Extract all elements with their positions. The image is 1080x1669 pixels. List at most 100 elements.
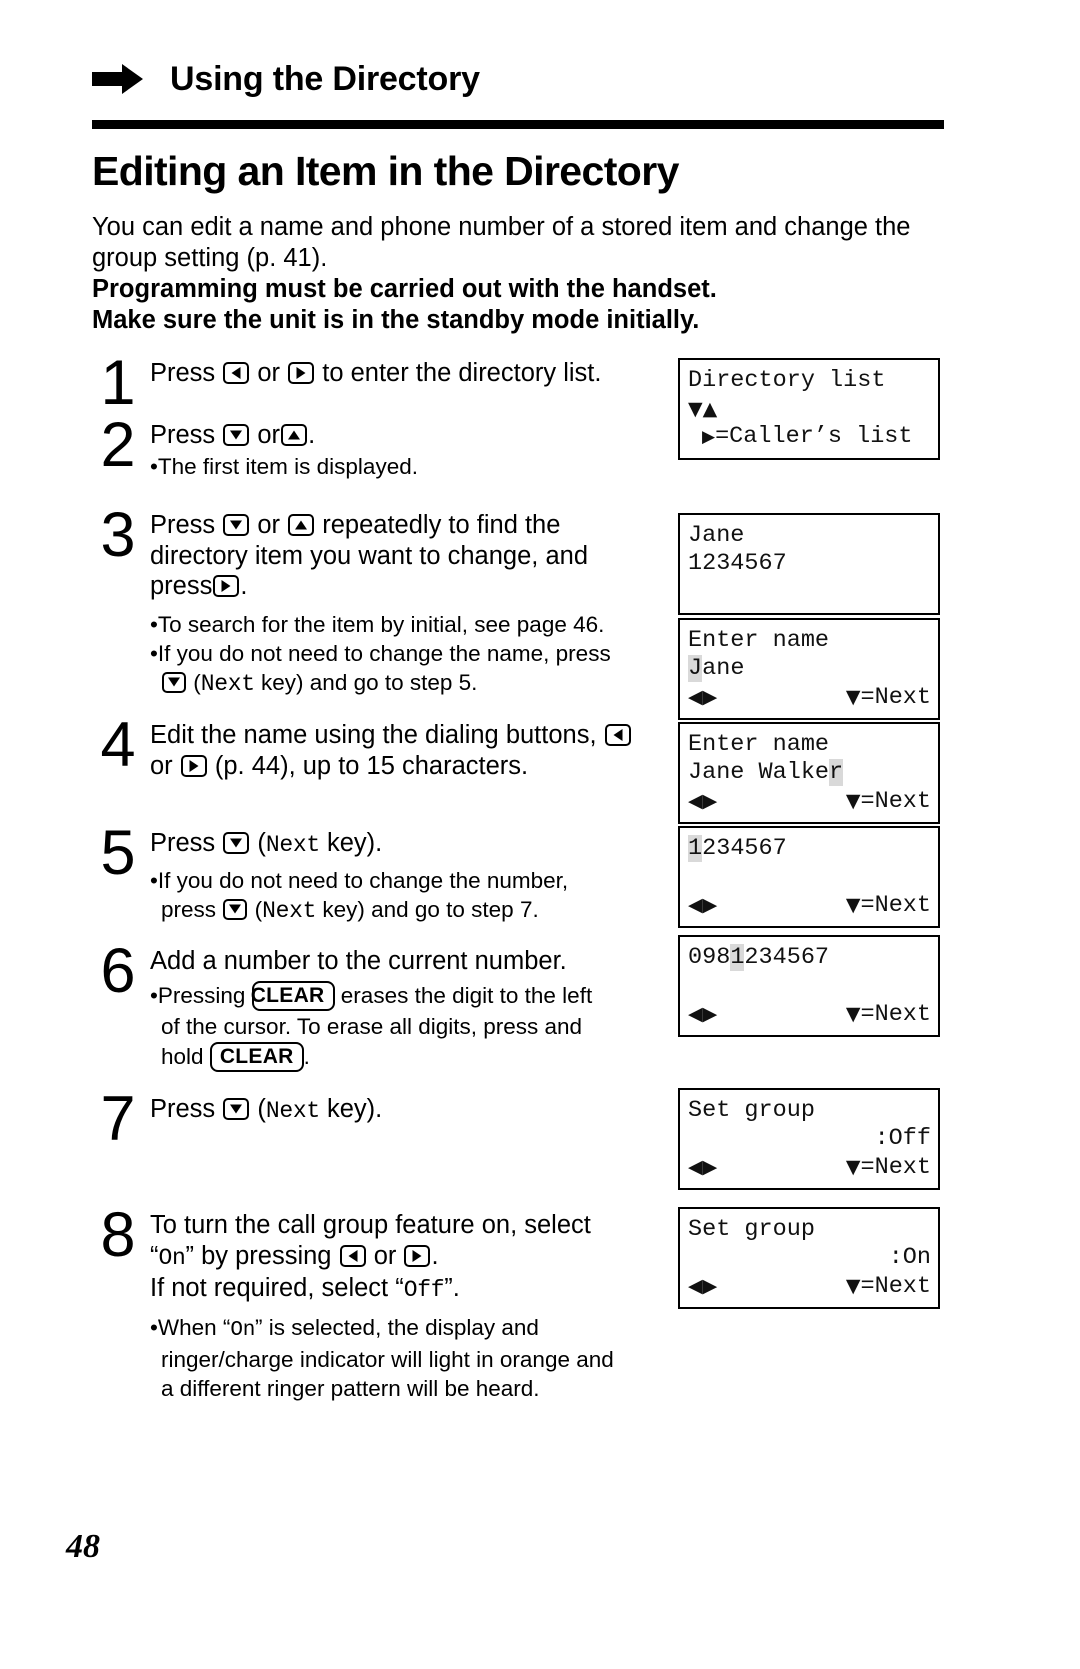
step-5-note-2-paren: ( [254, 896, 263, 922]
step-4-text-2: or [150, 751, 173, 780]
step-6-note-2: of the cursor. To erase all digits, pres… [161, 1013, 583, 1039]
step-1-body: Press or to enter the directory list. [150, 358, 664, 389]
step-3-number: 3 [100, 500, 136, 570]
lcd-text: 234567 [744, 944, 830, 971]
lcd-line: 1234567 [688, 835, 938, 863]
lcd-line: Jane [688, 522, 745, 549]
lcd-line: Enter name [688, 627, 830, 654]
step-6-note-1-lead: •Pressing [150, 982, 246, 1008]
clear-button-icon[interactable]: CLEAR [251, 980, 335, 1011]
left-arrow-key-icon[interactable] [604, 724, 631, 746]
down-arrow-key-icon[interactable] [223, 514, 250, 536]
right-arrow-key-icon[interactable] [180, 754, 207, 777]
step-8-note-1-lead: •When “ [150, 1314, 231, 1340]
lcd-next-hint: ▼=Next [846, 787, 931, 815]
step-3-note-1: •To search for the item by initial, see … [150, 611, 605, 637]
off-value-label: Off [403, 1277, 445, 1303]
lcd-scroll-arrows: ▼▲ [688, 398, 718, 420]
down-arrow-key-icon[interactable] [223, 1098, 250, 1120]
step-5-note-1: •If you do not need to change the number… [150, 867, 569, 893]
step-8-number: 8 [100, 1200, 136, 1270]
step-5-paren-open: ( [257, 829, 266, 857]
lcd-next-hint: ▼=Next [846, 1153, 931, 1181]
step-8-note-3: a different ringer pattern will be heard… [161, 1375, 540, 1401]
lcd-next-text: =Next [860, 892, 931, 919]
step-8-text-3: or [373, 1241, 397, 1270]
step-8-text-4: . [431, 1241, 439, 1270]
header-rule [92, 120, 944, 129]
up-arrow-key-icon[interactable] [288, 514, 315, 536]
set-group-off-display: Set group :Off ◀▶ ▼=Next [678, 1088, 940, 1190]
step-8-text-2: ” by pressing [185, 1241, 332, 1270]
running-head-title: Using the Directory [170, 60, 480, 98]
step-5: 5 Press (Next key). •If you do not need … [92, 822, 664, 925]
step-2-note-1: •The first item is displayed. [150, 453, 418, 479]
page-number: 48 [66, 1528, 100, 1565]
step-1: 1 Press or to enter the directory list. [92, 352, 664, 415]
step-7-tail: key). [319, 1095, 383, 1123]
right-arrow-key-icon[interactable] [404, 1244, 431, 1267]
right-triangle-icon: ▶ [702, 427, 716, 447]
step-6-note-1: •Pressing CLEAR erases the digit to the … [150, 980, 664, 1011]
right-arrow-key-icon[interactable] [213, 575, 240, 597]
step-5-note-2-tail: key) and go to step 7. [316, 896, 539, 922]
lcd-line: ◀▶ ▼=Next [688, 1153, 938, 1181]
step-6-note-3-tail: . [303, 1043, 310, 1069]
on-value-label: On [158, 1244, 186, 1271]
down-arrow-key-icon[interactable] [223, 424, 250, 446]
step-4-body: Edit the name using the dialing buttons,… [150, 720, 664, 781]
down-arrow-key-icon[interactable] [223, 832, 250, 854]
step-4-text-1: Edit the name using the dialing buttons, [150, 721, 597, 749]
step-2-text-3: . [308, 421, 316, 449]
step-2-body: Press or. •The first item is displayed. [150, 420, 664, 480]
step-5-body: Press (Next key). •If you do not need to… [150, 828, 664, 925]
step-3-note-3-tail: key) and go to step 5. [254, 669, 478, 695]
step-7-body: Press (Next key). [150, 1094, 664, 1127]
step-3-note-3-paren-open: ( [193, 669, 201, 695]
lcd-next-hint: ▼=Next [846, 1272, 931, 1300]
step-3-text-6: . [240, 572, 248, 600]
lcd-next-hint: ▼=Next [846, 683, 931, 711]
step-1-text-3: to enter the directory list. [322, 359, 602, 387]
lcd-cursor-char: 1 [688, 835, 703, 862]
step-3-text-1: Press [150, 511, 216, 539]
lcd-next-text: =Next [860, 684, 931, 711]
lcd-line [688, 863, 938, 891]
step-6-note-3: hold CLEAR. [150, 1041, 664, 1072]
lcd-text: Jane Walke [688, 759, 830, 786]
right-arrow-icon [92, 62, 144, 96]
down-arrow-key-icon[interactable] [162, 671, 186, 693]
step-4-text-3: (p. 44), up to 15 characters. [214, 751, 529, 780]
lcd-line: Directory list [688, 367, 886, 394]
lcd-next-text: =Next [860, 788, 931, 815]
step-1-number: 1 [100, 348, 136, 418]
lcd-caller-list-text: =Caller’s list [715, 423, 913, 450]
down-triangle-icon: ▼ [845, 790, 861, 812]
step-3-note-3: (Next key) and go to step 5. [150, 669, 664, 698]
running-head: Using the Directory [92, 62, 944, 96]
up-arrow-key-icon[interactable] [281, 424, 308, 446]
lcd-line: 0981234567 [688, 944, 938, 972]
next-key-label: Next [200, 670, 255, 697]
right-arrow-key-icon[interactable] [288, 362, 315, 384]
lcd-cursor-char: r [829, 759, 844, 786]
down-triangle-icon: ▼ [845, 894, 861, 916]
step-3: 3 Press or repeatedly to find the direct… [92, 500, 664, 698]
lcd-next-hint: ▼=Next [846, 1000, 931, 1028]
left-arrow-key-icon[interactable] [223, 362, 250, 384]
down-triangle-icon: ▼ [845, 1156, 861, 1178]
manual-page: Using the Directory Editing an Item in t… [0, 0, 1080, 1669]
left-arrow-key-icon[interactable] [339, 1244, 366, 1267]
next-key-label: Next [265, 832, 320, 858]
left-right-arrows-icon: ◀▶ [688, 1156, 718, 1178]
lcd-line: ▶=Caller’s list [688, 423, 938, 451]
step-6-note-1-tail: erases the digit to the left [340, 982, 593, 1008]
clear-button-icon[interactable]: CLEAR [209, 1041, 304, 1072]
step-1-text-1: Press [150, 359, 216, 387]
down-triangle-icon: ▼ [845, 686, 861, 708]
step-8-note-1: •When “On” is selected, the display and [150, 1314, 664, 1344]
page-title: Editing an Item in the Directory [92, 148, 679, 194]
down-arrow-key-icon[interactable] [223, 898, 248, 920]
step-8: 8 To turn the call group feature on, sel… [92, 1200, 664, 1402]
step-6-body: Add a number to the current number. •Pre… [150, 946, 664, 1072]
